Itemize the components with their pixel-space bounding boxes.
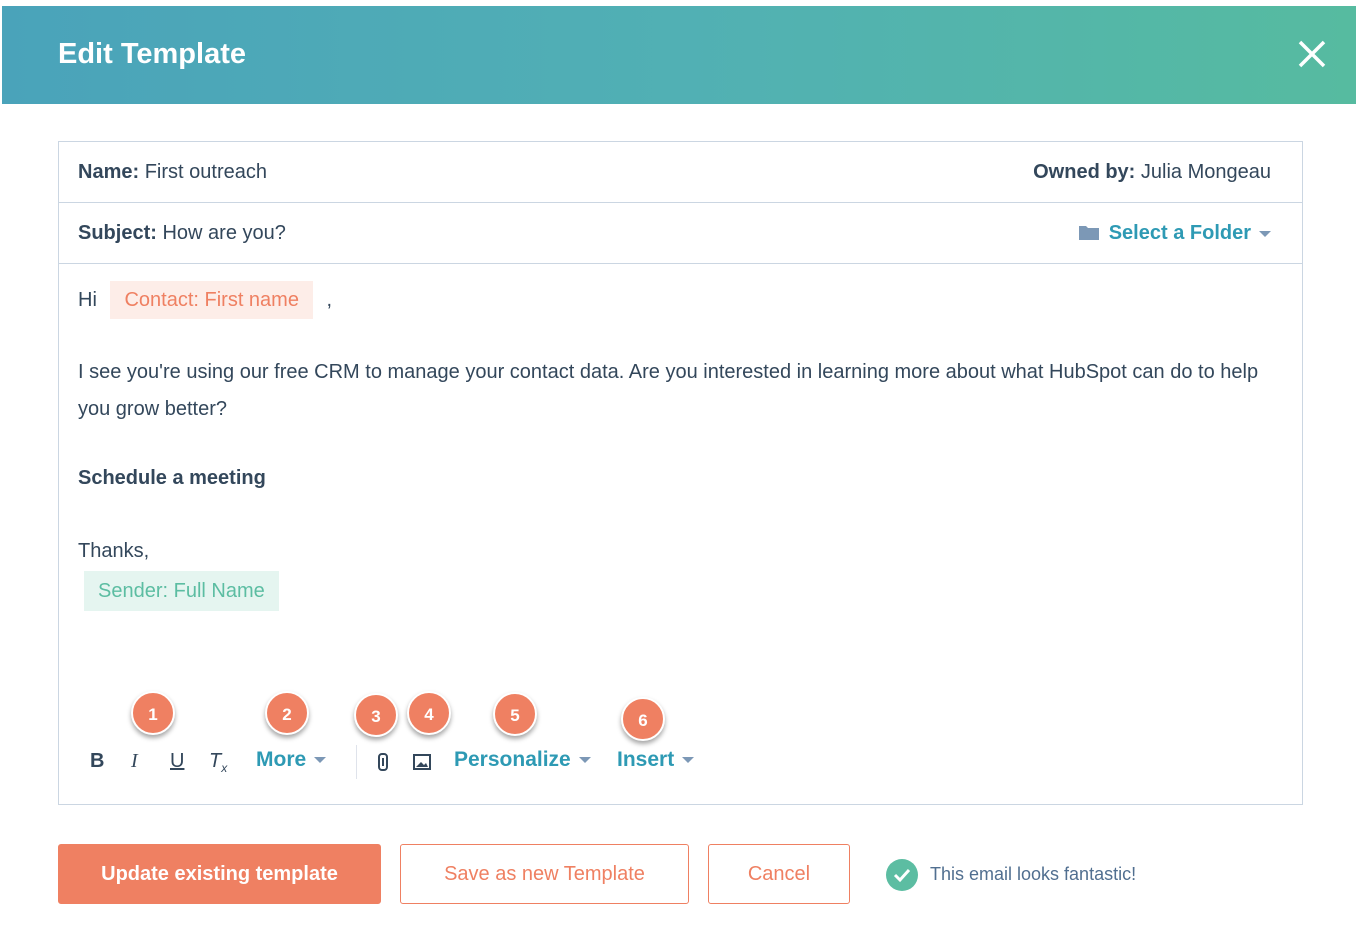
name-row: Name: First outreach Owned by: Julia Mon… <box>59 142 1302 203</box>
subject-label: Subject: <box>78 222 157 244</box>
chevron-down-icon <box>314 757 327 764</box>
toolbar-divider <box>356 745 357 779</box>
marker-6: 6 <box>621 697 665 741</box>
chevron-down-icon <box>1259 230 1271 237</box>
update-template-button[interactable]: Update existing template <box>58 844 381 904</box>
comma: , <box>326 289 333 311</box>
signoff: Thanks, <box>78 540 150 562</box>
greeting: Hi <box>78 289 97 311</box>
subject-row: Subject: How are you? Select a Folder <box>59 203 1302 264</box>
owner-value: Julia Mongeau <box>1140 161 1271 183</box>
dialog-title: Edit Template <box>58 38 246 70</box>
check-circle-icon <box>886 859 918 891</box>
status-message: This email looks fantastic! <box>930 864 1137 884</box>
marker-4: 4 <box>407 691 451 735</box>
template-editor: Name: First outreach Owned by: Julia Mon… <box>58 141 1303 805</box>
owner-label: Owned by: <box>1033 161 1136 183</box>
clear-format-icon: T <box>209 750 222 772</box>
clear-format-button[interactable]: Tx <box>209 750 227 775</box>
name-label: Name: <box>78 161 140 183</box>
insert-dropdown[interactable]: Insert <box>617 748 695 772</box>
underline-button[interactable]: U <box>170 750 184 773</box>
link-icon[interactable] <box>376 752 390 772</box>
personalize-dropdown[interactable]: Personalize <box>454 748 591 772</box>
cancel-button[interactable]: Cancel <box>708 844 850 904</box>
chevron-down-icon <box>682 757 695 764</box>
schedule-meeting-link[interactable]: Schedule a meeting <box>78 467 266 490</box>
personalize-label: Personalize <box>454 748 571 771</box>
marker-5: 5 <box>493 692 537 736</box>
name-field[interactable]: First outreach <box>145 161 267 183</box>
marker-3: 3 <box>354 693 398 737</box>
save-new-template-button[interactable]: Save as new Template <box>400 844 689 904</box>
italic-button[interactable]: I <box>131 750 138 773</box>
select-folder-dropdown[interactable]: Select a Folder <box>1078 203 1271 264</box>
more-label: More <box>256 748 307 771</box>
email-paragraph: I see you're using our free CRM to manag… <box>78 361 1259 420</box>
folder-icon <box>1078 226 1099 240</box>
owner: Owned by: Julia Mongeau <box>1033 142 1271 203</box>
chevron-down-icon <box>578 757 591 764</box>
bold-button[interactable]: B <box>90 750 104 773</box>
greeting-line: Hi Contact: First name , <box>78 281 332 319</box>
marker-1: 1 <box>131 691 175 735</box>
dialog-header: Edit Template <box>2 6 1356 104</box>
select-folder-label: Select a Folder <box>1108 222 1251 244</box>
image-icon[interactable] <box>413 754 431 770</box>
close-icon[interactable] <box>1292 34 1332 74</box>
sender-full-name-token[interactable]: Sender: Full Name <box>84 571 279 611</box>
insert-label: Insert <box>617 748 675 771</box>
subject-field[interactable]: How are you? <box>162 222 285 244</box>
contact-first-name-token[interactable]: Contact: First name <box>110 281 313 319</box>
marker-2: 2 <box>265 691 309 735</box>
more-dropdown[interactable]: More <box>256 748 327 772</box>
